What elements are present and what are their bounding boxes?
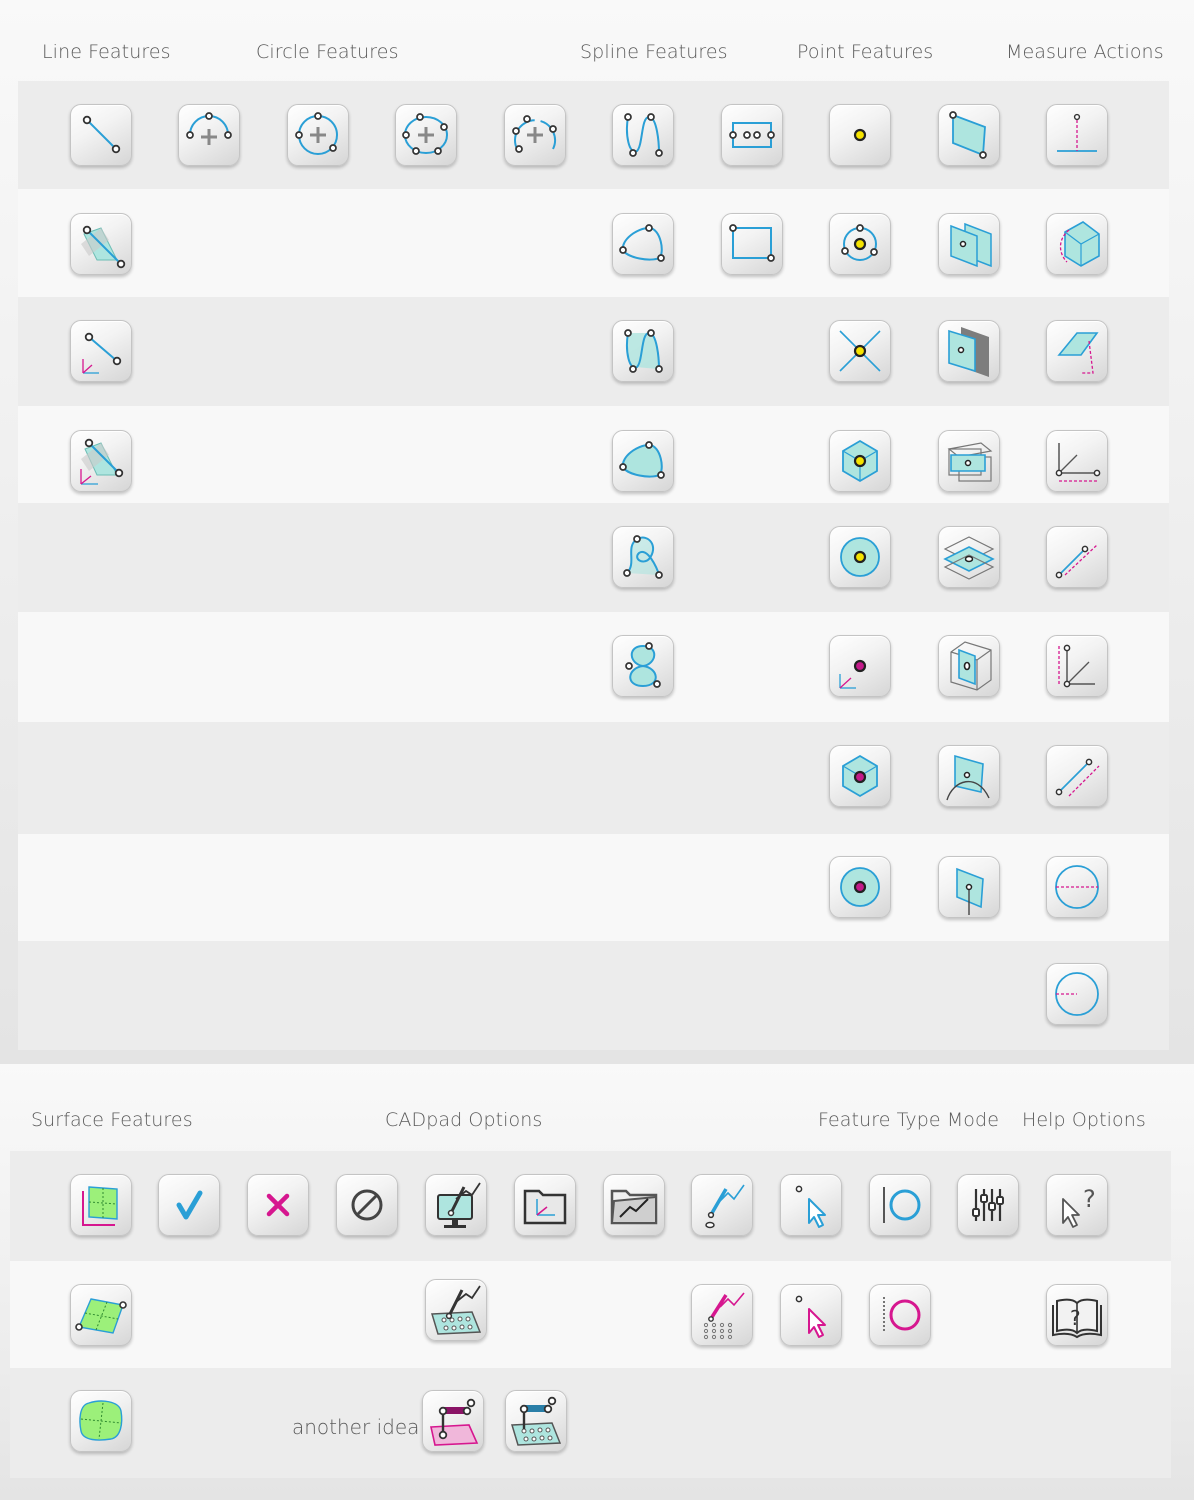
point-target-icon[interactable] [829, 526, 891, 588]
plane-offset-icon[interactable] [938, 320, 1000, 382]
probe-graph-dots-icon[interactable] [691, 1284, 753, 1346]
spline-figure8-icon[interactable] [612, 635, 674, 697]
point-circle-center-icon[interactable] [829, 213, 891, 275]
measure-distance-icon[interactable] [1046, 104, 1108, 166]
spline-closed-icon[interactable] [612, 213, 674, 275]
line-2point-plane-projected-icon[interactable] [70, 213, 132, 275]
disable-icon[interactable] [336, 1174, 398, 1236]
measure-parallel-icon[interactable] [1046, 745, 1108, 807]
circle-3point-icon[interactable] [287, 104, 349, 166]
reject-icon[interactable] [247, 1174, 309, 1236]
slot-icon[interactable] [721, 104, 783, 166]
help-cursor-icon[interactable]: ? [1046, 1174, 1108, 1236]
spline-loop-icon[interactable] [612, 526, 674, 588]
probe-points-panel-icon[interactable] [425, 1279, 487, 1341]
measure-radius-icon[interactable] [1046, 963, 1108, 1025]
measure-angle-icon[interactable] [1046, 526, 1108, 588]
surface-points-icon[interactable] [70, 1284, 132, 1346]
heading-spline-features: Spline Features [580, 41, 728, 63]
arc-partial-icon[interactable] [504, 104, 566, 166]
heading-help-options: Help Options [1022, 1109, 1146, 1131]
circle-4point-icon[interactable] [395, 104, 457, 166]
heading-surface-features: Surface Features [31, 1109, 193, 1131]
point-intersection-icon[interactable] [829, 320, 891, 382]
point-box-center-icon[interactable] [829, 430, 891, 492]
probe-dot-grid-icon[interactable] [505, 1390, 567, 1452]
plane-normal-icon[interactable] [938, 856, 1000, 918]
heading-point-features: Point Features [797, 41, 934, 63]
monitor-probe-icon[interactable] [425, 1174, 487, 1236]
another-idea-label: another idea [292, 1415, 420, 1439]
plane-parallel-icon[interactable] [938, 213, 1000, 275]
option-row-2 [10, 1261, 1171, 1368]
plane-curve-icon[interactable] [938, 745, 1000, 807]
surface-grid-icon[interactable] [70, 1174, 132, 1236]
line-axis-plane-projected-icon[interactable] [70, 430, 132, 492]
feature-circle-magenta-icon[interactable] [869, 1284, 931, 1346]
line-axis-icon[interactable] [70, 320, 132, 382]
help-book-icon[interactable]: ? [1046, 1284, 1108, 1346]
heading-circle-features: Circle Features [256, 41, 399, 63]
point-axis-magenta-icon[interactable] [829, 635, 891, 697]
probe-magenta-area-icon[interactable] [422, 1390, 484, 1452]
rectangle-icon[interactable] [721, 213, 783, 275]
sliders-icon[interactable] [957, 1174, 1019, 1236]
plane-cube-icon[interactable] [938, 635, 1000, 697]
heading-line-features: Line Features [42, 41, 171, 63]
point-icon[interactable] [829, 104, 891, 166]
probe-graph-icon[interactable] [691, 1174, 753, 1236]
measure-vertical-angle-icon[interactable] [1046, 635, 1108, 697]
select-cursor-icon[interactable] [780, 1174, 842, 1236]
icon-row-9 [18, 941, 1169, 1050]
plane-box-icon[interactable] [938, 430, 1000, 492]
svg-text:?: ? [1070, 1306, 1081, 1330]
heading-feature-type-mode: Feature Type Mode [818, 1109, 999, 1131]
plane-icon[interactable] [938, 104, 1000, 166]
measure-slope-icon[interactable] [1046, 320, 1108, 382]
surface-rounded-icon[interactable] [70, 1390, 132, 1452]
measure-horizontal-icon[interactable] [1046, 430, 1108, 492]
point-box-center-magenta-icon[interactable] [829, 745, 891, 807]
heading-cadpad-options: CADpad Options [385, 1109, 543, 1131]
arc-3point-icon[interactable] [178, 104, 240, 166]
spline-open-filled-icon[interactable] [612, 320, 674, 382]
folder-axis-icon[interactable] [514, 1174, 576, 1236]
point-target-magenta-icon[interactable] [829, 856, 891, 918]
spline-closed-filled-icon[interactable] [612, 430, 674, 492]
feature-circle-icon[interactable] [869, 1174, 931, 1236]
measure-cube-angle-icon[interactable] [1046, 213, 1108, 275]
select-cursor-magenta-icon[interactable] [780, 1284, 842, 1346]
measure-diameter-icon[interactable] [1046, 856, 1108, 918]
line-2point-icon[interactable] [70, 104, 132, 166]
option-row-3 [10, 1368, 1171, 1478]
accept-icon[interactable] [158, 1174, 220, 1236]
folder-graph-icon[interactable] [603, 1174, 665, 1236]
svg-text:?: ? [1083, 1185, 1096, 1213]
plane-stack-icon[interactable] [938, 526, 1000, 588]
heading-measure-actions: Measure Actions [1006, 41, 1164, 63]
spline-open-icon[interactable] [612, 104, 674, 166]
